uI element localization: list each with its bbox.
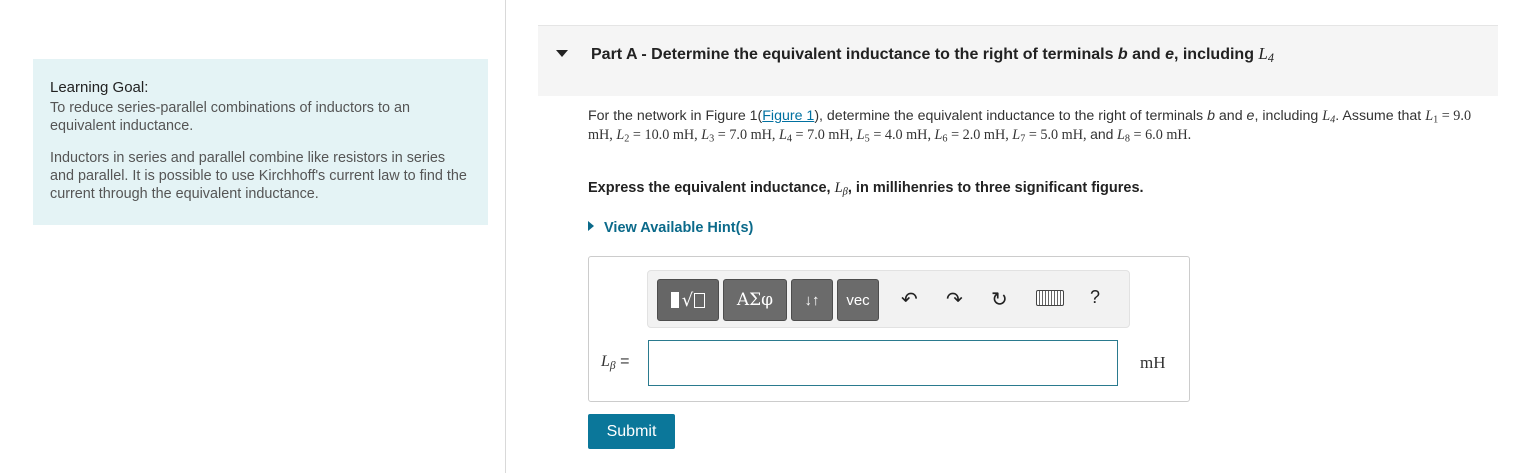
submit-button[interactable]: Submit [588, 414, 675, 449]
view-hints-link[interactable]: View Available Hint(s) [588, 220, 753, 236]
sqrt-icon: √ [681, 289, 694, 311]
inductor-value: , and L8 = 6.0 mH [1082, 125, 1188, 145]
left-column: Learning Goal: To reduce series-parallel… [0, 0, 506, 473]
expand-triangle-icon [588, 221, 594, 231]
learning-goal-text: To reduce series-parallel combinations o… [50, 100, 410, 134]
redo-icon[interactable]: ↷ [946, 287, 963, 311]
part-label: Part A - [591, 46, 647, 63]
inductor-value: , L3 = 7.0 mH [694, 126, 772, 145]
part-title-text: Determine the equivalent inductance to t… [651, 46, 1114, 63]
reset-icon[interactable]: ↻ [991, 287, 1008, 311]
learning-goal-box: Learning Goal: To reduce series-parallel… [33, 59, 488, 225]
vector-button[interactable]: vec [837, 279, 879, 321]
collapse-caret-icon[interactable] [556, 50, 568, 57]
inductor-value: , L2 = 10.0 mH [609, 126, 695, 145]
part-a-title: Part A - Determine the equivalent induct… [591, 44, 1275, 66]
inductor-value: , L4 = 7.0 mH [771, 126, 850, 145]
math-toolbar: √ ΑΣφ ↓↑ vec ↶ ↷ ↻ ? [647, 270, 1130, 328]
help-icon[interactable]: ? [1090, 287, 1100, 308]
problem-statement: For the network in Figure 1(Figure 1), d… [588, 108, 1472, 145]
var-b: b [1117, 46, 1128, 63]
greek-symbols-button[interactable]: ΑΣφ [723, 279, 787, 321]
answer-panel: √ ΑΣφ ↓↑ vec ↶ ↷ ↻ ? Lβ = mH [588, 256, 1190, 402]
figure-link[interactable]: Figure 1 [762, 108, 814, 124]
undo-icon[interactable]: ↶ [901, 287, 918, 311]
instruction-text: Express the equivalent inductance, Lβ, i… [588, 180, 1144, 198]
var-L4: L [1258, 44, 1268, 63]
learning-goal-text-2: Inductors in series and parallel combine… [50, 150, 467, 202]
part-a-header[interactable]: Part A - Determine the equivalent induct… [538, 25, 1498, 96]
answer-label: Lβ = [601, 353, 630, 372]
var-e: e [1165, 46, 1174, 63]
learning-goal-title: Learning Goal: [50, 79, 149, 96]
answer-input[interactable] [648, 340, 1118, 386]
unit-label: mH [1140, 353, 1166, 372]
templates-button[interactable]: √ [657, 279, 719, 321]
part-a-content: For the network in Figure 1(Figure 1), d… [588, 108, 1488, 236]
inductor-value: , L6 = 2.0 mH [927, 126, 1006, 145]
hints-label: View Available Hint(s) [604, 220, 754, 236]
arrows-button[interactable]: ↓↑ [791, 279, 833, 321]
inductor-value: , L5 = 4.0 mH [849, 126, 928, 145]
keyboard-icon[interactable] [1036, 290, 1064, 306]
inductor-value: , L7 = 5.0 mH [1005, 126, 1083, 145]
